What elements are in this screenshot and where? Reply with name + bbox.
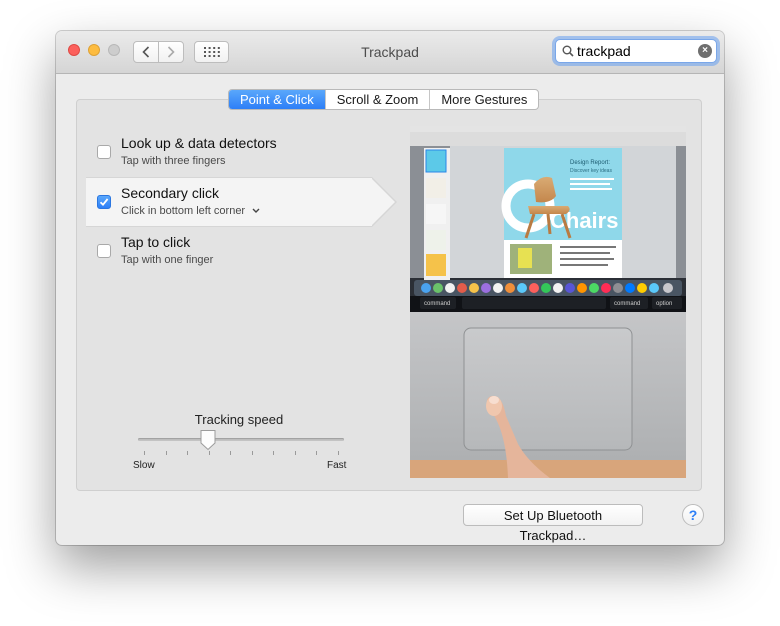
slider-tick (230, 451, 232, 455)
option-tap-to-click[interactable]: Tap to click Tap with one finger (86, 227, 396, 277)
slider-tick (208, 451, 210, 455)
slider-tick (251, 451, 253, 455)
slider-tick (144, 451, 145, 455)
slider-tick (338, 451, 339, 455)
secondary-click-mode: Click in bottom left corner (121, 205, 246, 217)
slider-tick (165, 451, 167, 455)
chevron-down-icon[interactable] (252, 208, 260, 213)
tracking-speed-label: Tracking speed (194, 412, 284, 427)
tap-to-click-checkbox[interactable] (97, 244, 111, 258)
selection-arrow (371, 177, 397, 227)
preview-illustration: Chairs Design Report: Discover key ideas (410, 126, 686, 478)
tab-more-gestures[interactable]: More Gestures (429, 90, 538, 109)
slider-knob[interactable] (199, 429, 217, 451)
slider-tick (273, 451, 275, 455)
gesture-preview-video: Chairs Design Report: Discover key ideas (410, 126, 686, 478)
clear-search-icon[interactable]: × (698, 44, 712, 58)
checkmark-icon (99, 198, 109, 207)
option-secondary-click[interactable]: Secondary click Click in bottom left cor… (86, 177, 397, 227)
tab-point-and-click[interactable]: Point & Click (229, 90, 325, 109)
setup-bluetooth-trackpad-button[interactable]: Set Up Bluetooth Trackpad… (463, 504, 643, 543)
trackpad-window: Trackpad × Point & Click Scroll & Zoom M… (56, 31, 724, 545)
search-icon (562, 45, 574, 57)
help-button[interactable]: ? (682, 504, 704, 526)
option-title: Tap to click (121, 234, 191, 250)
look-up-checkbox[interactable] (97, 145, 111, 159)
search-field[interactable]: × (555, 39, 717, 63)
tracking-speed-slider[interactable] (138, 438, 344, 441)
option-title: Secondary click (121, 185, 220, 201)
search-input[interactable] (577, 42, 692, 60)
option-look-up[interactable]: Look up & data detectors Tap with three … (86, 128, 396, 178)
option-subtitle: Tap with one finger (121, 254, 214, 266)
preview-subheading: Discover key ideas (570, 168, 612, 174)
secondary-click-checkbox[interactable] (97, 195, 111, 209)
slider-tick (294, 451, 296, 455)
option-title: Look up & data detectors (121, 135, 277, 151)
command-key-right: command (614, 301, 640, 307)
option-subtitle[interactable]: Click in bottom left corner (121, 205, 260, 217)
slider-tick (316, 451, 318, 455)
command-key-left: command (424, 301, 450, 307)
title-bar: Trackpad × (56, 31, 724, 74)
fast-label: Fast (327, 460, 347, 471)
option-subtitle: Tap with three fingers (121, 155, 226, 167)
slider-tick (187, 451, 189, 455)
preview-heading: Design Report: (570, 160, 610, 166)
tab-scroll-and-zoom[interactable]: Scroll & Zoom (324, 90, 430, 109)
tab-bar: Point & Click Scroll & Zoom More Gesture… (228, 89, 540, 110)
option-key: option (656, 301, 672, 307)
slow-label: Slow (133, 460, 155, 471)
